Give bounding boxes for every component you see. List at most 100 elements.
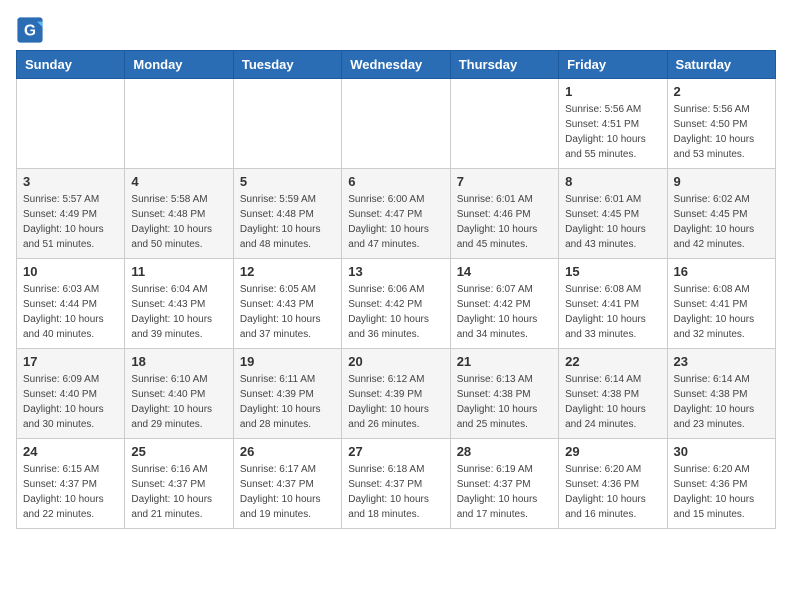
day-number: 22 [565, 354, 660, 369]
calendar-cell: 8Sunrise: 6:01 AMSunset: 4:45 PMDaylight… [559, 169, 667, 259]
day-info: Sunrise: 6:04 AMSunset: 4:43 PMDaylight:… [131, 282, 226, 342]
calendar-cell: 24 Sunrise: 6:15 AMSunset: 4:37 PMDayligh… [17, 439, 125, 529]
day-info: Sunrise: 5:57 AMSunset: 4:49 PMDaylight:… [23, 192, 118, 252]
calendar-week-row: 17Sunrise: 6:09 AMSunset: 4:40 PMDayligh… [17, 349, 776, 439]
day-number: 15 [565, 264, 660, 279]
day-number: 23 [674, 354, 769, 369]
calendar-cell: 2 Sunrise: 5:56 AMSunset: 4:50 PMDaylight… [667, 79, 775, 169]
day-number: 8 [565, 174, 660, 189]
day-info: Sunrise: 6:05 AMSunset: 4:43 PMDaylight:… [240, 282, 335, 342]
day-number: 16 [674, 264, 769, 279]
calendar-header-thursday: Thursday [450, 51, 558, 79]
day-info: Sunrise: 6:19 AMSunset: 4:37 PMDaylight:… [457, 462, 552, 522]
calendar-week-row: 1 Sunrise: 5:56 AMSunset: 4:51 PMDaylight… [17, 79, 776, 169]
day-number: 26 [240, 444, 335, 459]
day-info: Sunrise: 5:56 AMSunset: 4:50 PMDaylight:… [674, 102, 769, 162]
day-number: 4 [131, 174, 226, 189]
day-number: 21 [457, 354, 552, 369]
day-number: 3 [23, 174, 118, 189]
calendar-header-monday: Monday [125, 51, 233, 79]
day-info: Sunrise: 5:59 AMSunset: 4:48 PMDaylight:… [240, 192, 335, 252]
day-number: 11 [131, 264, 226, 279]
calendar-cell: 9Sunrise: 6:02 AMSunset: 4:45 PMDaylight… [667, 169, 775, 259]
day-number: 13 [348, 264, 443, 279]
day-number: 6 [348, 174, 443, 189]
page-header: G [16, 16, 776, 44]
day-info: Sunrise: 6:11 AMSunset: 4:39 PMDaylight:… [240, 372, 335, 432]
calendar-cell: 16Sunrise: 6:08 AMSunset: 4:41 PMDayligh… [667, 259, 775, 349]
day-info: Sunrise: 6:10 AMSunset: 4:40 PMDaylight:… [131, 372, 226, 432]
day-number: 30 [674, 444, 769, 459]
day-number: 9 [674, 174, 769, 189]
day-info: Sunrise: 5:58 AMSunset: 4:48 PMDaylight:… [131, 192, 226, 252]
day-number: 10 [23, 264, 118, 279]
day-number: 27 [348, 444, 443, 459]
svg-text:G: G [24, 23, 36, 40]
logo: G [16, 16, 48, 44]
day-info: Sunrise: 6:16 AMSunset: 4:37 PMDaylight:… [131, 462, 226, 522]
day-number: 2 [674, 84, 769, 99]
calendar-cell: 11 Sunrise: 6:04 AMSunset: 4:43 PMDayligh… [125, 259, 233, 349]
calendar-cell: 28 Sunrise: 6:19 AMSunset: 4:37 PMDayligh… [450, 439, 558, 529]
calendar-header-row: SundayMondayTuesdayWednesdayThursdayFrid… [17, 51, 776, 79]
calendar-cell: 20 Sunrise: 6:12 AMSunset: 4:39 PMDayligh… [342, 349, 450, 439]
day-info: Sunrise: 6:01 AMSunset: 4:46 PMDaylight:… [457, 192, 552, 252]
calendar-cell: 3 Sunrise: 5:57 AMSunset: 4:49 PMDaylight… [17, 169, 125, 259]
calendar-cell: 6 Sunrise: 6:00 AMSunset: 4:47 PMDaylight… [342, 169, 450, 259]
calendar-cell [125, 79, 233, 169]
day-number: 14 [457, 264, 552, 279]
day-number: 18 [131, 354, 226, 369]
calendar-cell [233, 79, 341, 169]
calendar-cell: 26 Sunrise: 6:17 AMSunset: 4:37 PMDayligh… [233, 439, 341, 529]
calendar-week-row: 10 Sunrise: 6:03 AMSunset: 4:44 PMDayligh… [17, 259, 776, 349]
calendar-cell: 17Sunrise: 6:09 AMSunset: 4:40 PMDayligh… [17, 349, 125, 439]
day-number: 12 [240, 264, 335, 279]
logo-icon: G [16, 16, 44, 44]
day-info: Sunrise: 6:12 AMSunset: 4:39 PMDaylight:… [348, 372, 443, 432]
day-info: Sunrise: 5:56 AMSunset: 4:51 PMDaylight:… [565, 102, 660, 162]
calendar-cell: 15 Sunrise: 6:08 AMSunset: 4:41 PMDayligh… [559, 259, 667, 349]
calendar-week-row: 24 Sunrise: 6:15 AMSunset: 4:37 PMDayligh… [17, 439, 776, 529]
day-info: Sunrise: 6:20 AMSunset: 4:36 PMDaylight:… [674, 462, 769, 522]
day-info: Sunrise: 6:13 AMSunset: 4:38 PMDaylight:… [457, 372, 552, 432]
calendar-cell [450, 79, 558, 169]
day-info: Sunrise: 6:14 AMSunset: 4:38 PMDaylight:… [674, 372, 769, 432]
calendar-header-friday: Friday [559, 51, 667, 79]
calendar-cell [342, 79, 450, 169]
day-number: 17 [23, 354, 118, 369]
day-info: Sunrise: 6:00 AMSunset: 4:47 PMDaylight:… [348, 192, 443, 252]
day-number: 1 [565, 84, 660, 99]
calendar-cell: 10 Sunrise: 6:03 AMSunset: 4:44 PMDayligh… [17, 259, 125, 349]
day-number: 20 [348, 354, 443, 369]
calendar-cell: 12 Sunrise: 6:05 AMSunset: 4:43 PMDayligh… [233, 259, 341, 349]
calendar-cell: 7Sunrise: 6:01 AMSunset: 4:46 PMDaylight… [450, 169, 558, 259]
day-info: Sunrise: 6:07 AMSunset: 4:42 PMDaylight:… [457, 282, 552, 342]
day-number: 28 [457, 444, 552, 459]
calendar-cell: 30 Sunrise: 6:20 AMSunset: 4:36 PMDayligh… [667, 439, 775, 529]
day-info: Sunrise: 6:15 AMSunset: 4:37 PMDaylight:… [23, 462, 118, 522]
day-number: 19 [240, 354, 335, 369]
day-number: 29 [565, 444, 660, 459]
day-number: 5 [240, 174, 335, 189]
day-info: Sunrise: 6:03 AMSunset: 4:44 PMDaylight:… [23, 282, 118, 342]
day-info: Sunrise: 6:06 AMSunset: 4:42 PMDaylight:… [348, 282, 443, 342]
day-number: 24 [23, 444, 118, 459]
calendar-cell: 14 Sunrise: 6:07 AMSunset: 4:42 PMDayligh… [450, 259, 558, 349]
calendar-cell: 25 Sunrise: 6:16 AMSunset: 4:37 PMDayligh… [125, 439, 233, 529]
calendar-cell: 29 Sunrise: 6:20 AMSunset: 4:36 PMDayligh… [559, 439, 667, 529]
day-info: Sunrise: 6:17 AMSunset: 4:37 PMDaylight:… [240, 462, 335, 522]
day-number: 25 [131, 444, 226, 459]
calendar-header-wednesday: Wednesday [342, 51, 450, 79]
day-info: Sunrise: 6:14 AMSunset: 4:38 PMDaylight:… [565, 372, 660, 432]
calendar-cell: 19 Sunrise: 6:11 AMSunset: 4:39 PMDayligh… [233, 349, 341, 439]
calendar-cell: 22 Sunrise: 6:14 AMSunset: 4:38 PMDayligh… [559, 349, 667, 439]
calendar-cell: 5 Sunrise: 5:59 AMSunset: 4:48 PMDaylight… [233, 169, 341, 259]
calendar-cell: 23 Sunrise: 6:14 AMSunset: 4:38 PMDayligh… [667, 349, 775, 439]
day-info: Sunrise: 6:20 AMSunset: 4:36 PMDaylight:… [565, 462, 660, 522]
day-info: Sunrise: 6:08 AMSunset: 4:41 PMDaylight:… [565, 282, 660, 342]
calendar-cell [17, 79, 125, 169]
calendar-cell: 21 Sunrise: 6:13 AMSunset: 4:38 PMDayligh… [450, 349, 558, 439]
calendar-cell: 13 Sunrise: 6:06 AMSunset: 4:42 PMDayligh… [342, 259, 450, 349]
calendar-header-sunday: Sunday [17, 51, 125, 79]
calendar-cell: 27Sunrise: 6:18 AMSunset: 4:37 PMDayligh… [342, 439, 450, 529]
